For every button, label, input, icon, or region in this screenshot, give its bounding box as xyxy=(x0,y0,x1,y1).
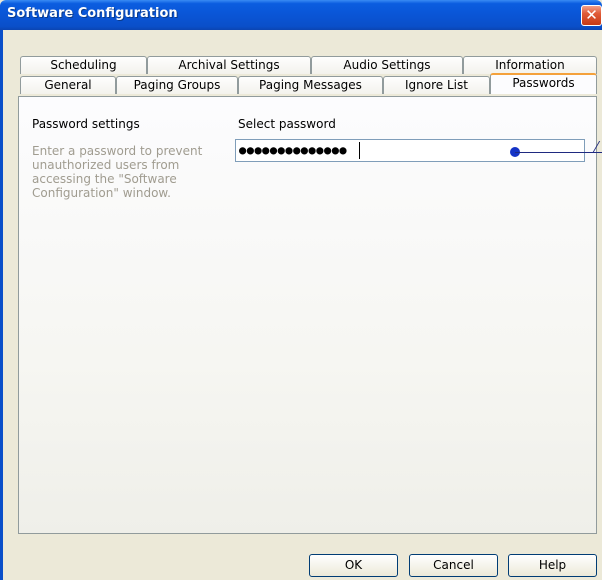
password-input[interactable]: ●●●●●●●●●●●●●● xyxy=(235,139,585,162)
tab-passwords[interactable]: Passwords xyxy=(490,73,597,94)
tab-label: General xyxy=(44,78,92,92)
tab-label: Passwords xyxy=(512,76,575,90)
cancel-button-label: Cancel xyxy=(433,558,474,572)
ok-button[interactable]: OK xyxy=(309,554,398,577)
tab-information[interactable]: Information xyxy=(463,56,597,74)
tab-label: Information xyxy=(495,58,565,72)
ok-button-label: OK xyxy=(344,558,363,572)
help-button[interactable]: Help xyxy=(508,554,597,577)
tab-paging-groups[interactable]: Paging Groups xyxy=(116,76,238,94)
window-frame-left xyxy=(0,30,3,580)
close-button[interactable]: ✕ xyxy=(581,5,602,26)
tab-audio-settings[interactable]: Audio Settings xyxy=(311,56,463,74)
tab-scheduling[interactable]: Scheduling xyxy=(20,56,147,74)
cancel-button[interactable]: Cancel xyxy=(409,554,498,577)
tab-label: Audio Settings xyxy=(343,58,431,72)
password-settings-label: Password settings xyxy=(32,117,140,131)
tab-label: Paging Messages xyxy=(259,78,362,92)
tab-general[interactable]: General xyxy=(20,76,116,94)
tab-label: Paging Groups xyxy=(133,78,221,92)
tab-label: Ignore List xyxy=(405,78,468,92)
close-icon: ✕ xyxy=(585,6,598,24)
tab-label: Archival Settings xyxy=(178,58,280,72)
select-password-label: Select password xyxy=(238,117,336,131)
title-bar[interactable]: Software Configuration ✕ xyxy=(0,0,602,30)
software-configuration-window: Software Configuration ✕ Scheduling Arch… xyxy=(0,0,602,580)
help-button-label: Help xyxy=(538,558,567,572)
tab-label: Scheduling xyxy=(50,58,117,72)
password-value: ●●●●●●●●●●●●●● xyxy=(239,143,348,157)
callout-marker-line xyxy=(515,152,602,153)
tab-archival-settings[interactable]: Archival Settings xyxy=(147,56,311,74)
password-description: Enter a password to prevent unauthorized… xyxy=(32,144,203,200)
tab-paging-messages[interactable]: Paging Messages xyxy=(238,76,383,94)
window-title: Software Configuration xyxy=(7,6,178,21)
tab-ignore-list[interactable]: Ignore List xyxy=(383,76,490,94)
text-caret xyxy=(359,142,360,159)
